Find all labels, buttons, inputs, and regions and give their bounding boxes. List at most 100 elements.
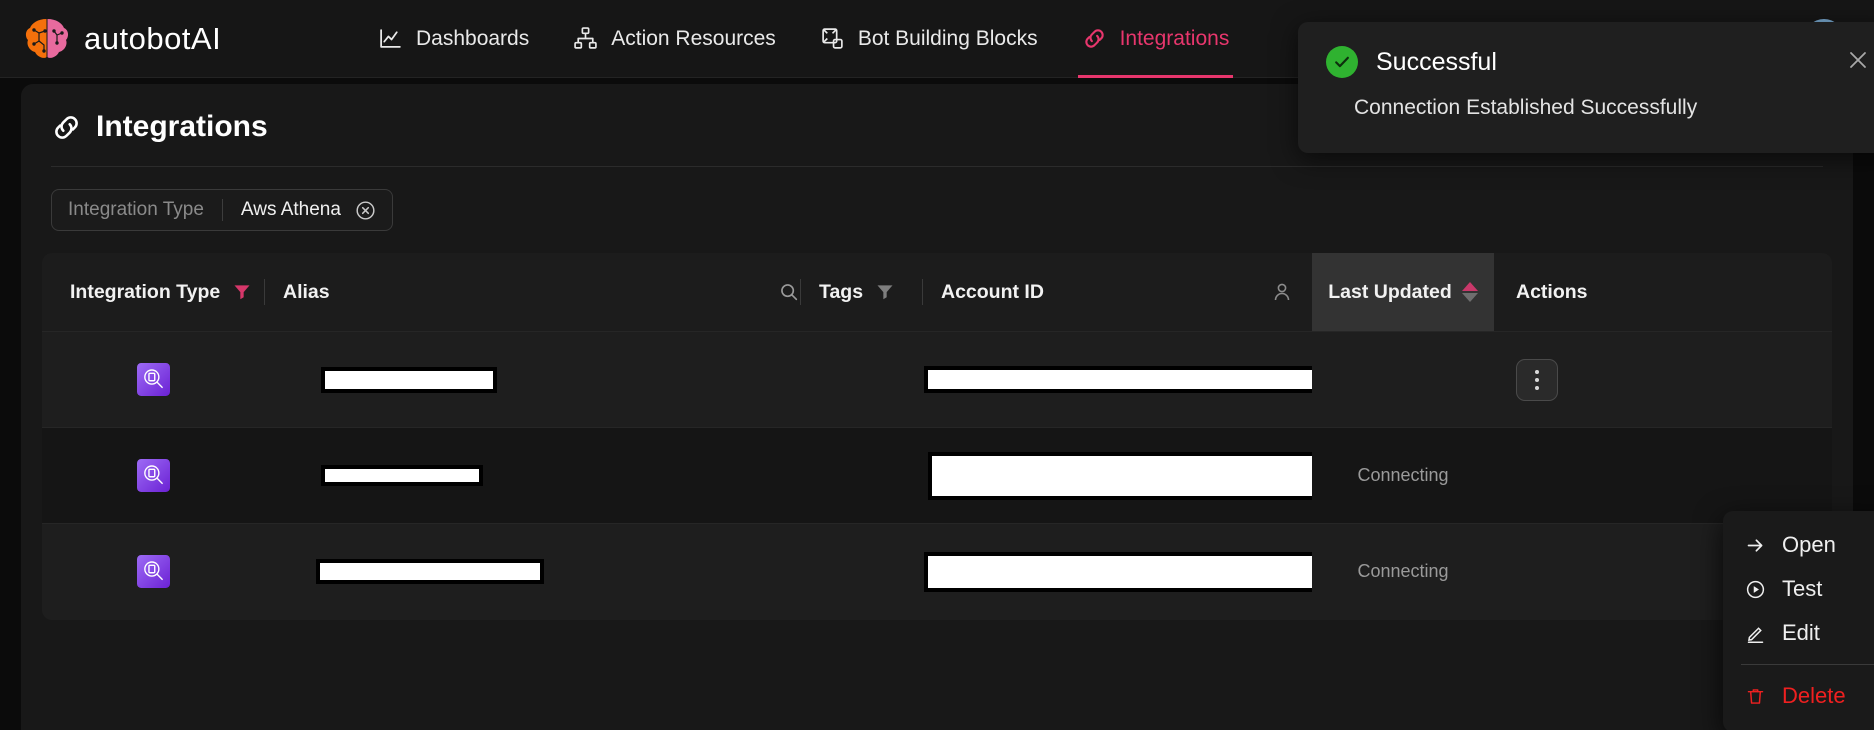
cell-alias [264, 331, 800, 428]
menu-item-open[interactable]: Open [1723, 523, 1874, 567]
circle-x-icon[interactable] [355, 200, 376, 221]
nav-item-label: Integrations [1119, 26, 1230, 50]
filter-chip-integration-type[interactable]: Integration Type Aws Athena [51, 189, 393, 231]
sort-arrows-icon[interactable] [1461, 282, 1478, 302]
autobotai-logo-icon [24, 17, 70, 61]
nav-item-integrations[interactable]: Integrations [1060, 0, 1252, 78]
sort-desc-arrow-icon [1461, 293, 1478, 302]
redacted-value [924, 551, 1379, 592]
toast-header: Successful [1326, 46, 1870, 78]
nav-item-label: Bot Building Blocks [857, 26, 1038, 50]
menu-item-delete[interactable]: Delete [1723, 674, 1874, 718]
menu-item-label: Edit [1782, 620, 1820, 645]
funnel-icon[interactable] [875, 282, 895, 302]
cell-account-id [922, 523, 1379, 620]
column-header-integration-type[interactable]: Integration Type [42, 253, 264, 332]
cell-integration-type [42, 523, 264, 620]
column-header-alias[interactable]: Alias [264, 253, 800, 332]
column-header-label: Integration Type [70, 280, 221, 303]
cell-integration-type [42, 427, 264, 524]
redacted-value [321, 366, 497, 393]
nav-items: Dashboards Action Resources Bot Building… [356, 0, 1251, 78]
cell-last-updated: Connecting [1312, 523, 1494, 620]
play-circle-icon [1745, 579, 1766, 600]
table-row[interactable]: Connecting [42, 427, 1832, 524]
column-header-tags[interactable]: Tags [800, 253, 922, 332]
redacted-value [316, 559, 544, 585]
cell-tags [800, 331, 922, 428]
last-updated-value: Connecting [1357, 561, 1449, 582]
menu-item-label: Delete [1782, 683, 1846, 708]
cell-last-updated [1312, 331, 1494, 428]
menu-item-label: Test [1782, 576, 1823, 601]
check-circle-icon [1326, 46, 1358, 78]
nav-item-dashboards[interactable]: Dashboards [356, 0, 551, 78]
column-header-account-id[interactable]: Account ID [922, 253, 1312, 332]
aws-athena-icon [136, 363, 170, 396]
cell-integration-type [42, 331, 264, 428]
column-header-label: Actions [1516, 280, 1588, 303]
header-separator [922, 279, 923, 305]
kebab-dot [1535, 369, 1539, 374]
cell-alias [264, 523, 800, 620]
menu-item-edit[interactable]: Edit [1723, 611, 1874, 655]
toast-title: Successful [1376, 47, 1497, 76]
cell-account-id [922, 427, 1387, 524]
column-header-label: Tags [819, 280, 864, 303]
aws-athena-icon [136, 555, 170, 589]
filter-chip-value: Aws Athena [240, 199, 341, 220]
brand[interactable]: autobotAI [0, 17, 300, 61]
cell-actions [1494, 427, 1832, 524]
page-title-text: Integrations [96, 110, 268, 143]
app-root: autobotAI Dashboards Action Resources Bo… [0, 0, 1874, 730]
row-actions-menu: Open Test Edit Delete [1723, 511, 1874, 730]
sort-asc-arrow-icon [1461, 282, 1478, 291]
kebab-icon[interactable] [1516, 358, 1558, 401]
pencil-icon [1745, 623, 1766, 644]
nav-item-label: Dashboards [416, 26, 530, 50]
integrations-table: Integration Type Alias Tags Account ID L… [42, 253, 1832, 620]
cell-account-id [922, 331, 1396, 428]
menu-item-label: Open [1782, 532, 1836, 557]
chart-line-icon [378, 26, 403, 51]
column-header-label: Account ID [941, 280, 1044, 303]
sitemap-icon [573, 26, 598, 51]
column-header-label: Last Updated [1328, 280, 1452, 303]
header-separator [800, 279, 801, 305]
nav-item-bot-building-blocks[interactable]: Bot Building Blocks [798, 0, 1060, 78]
search-icon[interactable] [778, 281, 800, 303]
integrations-page-card: Integrations Integration Type Aws Athena [21, 84, 1853, 730]
table-body: Connecting Connecting [42, 331, 1832, 620]
arrow-right-icon [1745, 535, 1766, 556]
link-icon [51, 112, 82, 143]
nav-item-label: Action Resources [611, 26, 776, 50]
menu-divider [1741, 664, 1874, 665]
link-icon [1082, 26, 1107, 51]
brand-name: autobotAI [84, 20, 222, 56]
toast-message: Connection Established Successfully [1354, 96, 1698, 119]
cell-tags [800, 523, 922, 620]
last-updated-value: Connecting [1357, 465, 1449, 485]
column-header-last-updated[interactable]: Last Updated [1312, 253, 1494, 332]
cell-tags [800, 427, 922, 524]
person-icon[interactable] [1270, 280, 1294, 304]
filter-row: Integration Type Aws Athena [21, 167, 1853, 231]
cell-alias [264, 427, 800, 524]
column-header-label: Alias [283, 280, 330, 303]
redacted-value [321, 465, 483, 486]
kebab-dot [1535, 385, 1539, 390]
close-icon[interactable] [1846, 48, 1870, 72]
aws-athena-icon [136, 459, 170, 492]
nav-item-action-resources[interactable]: Action Resources [551, 0, 798, 78]
table-row[interactable]: Connecting [42, 523, 1832, 620]
kebab-dot [1535, 377, 1539, 382]
page-title: Integrations [51, 110, 268, 144]
menu-item-test[interactable]: Test [1723, 567, 1874, 611]
filter-chip-label: Integration Type [68, 199, 204, 220]
cell-last-updated: Connecting [1312, 427, 1494, 524]
trash-icon [1745, 686, 1766, 707]
toast-notification: Successful Connection Established Succes… [1298, 22, 1874, 153]
header-separator [264, 279, 265, 305]
funnel-icon-active[interactable] [232, 282, 252, 302]
table-row[interactable] [42, 331, 1832, 428]
